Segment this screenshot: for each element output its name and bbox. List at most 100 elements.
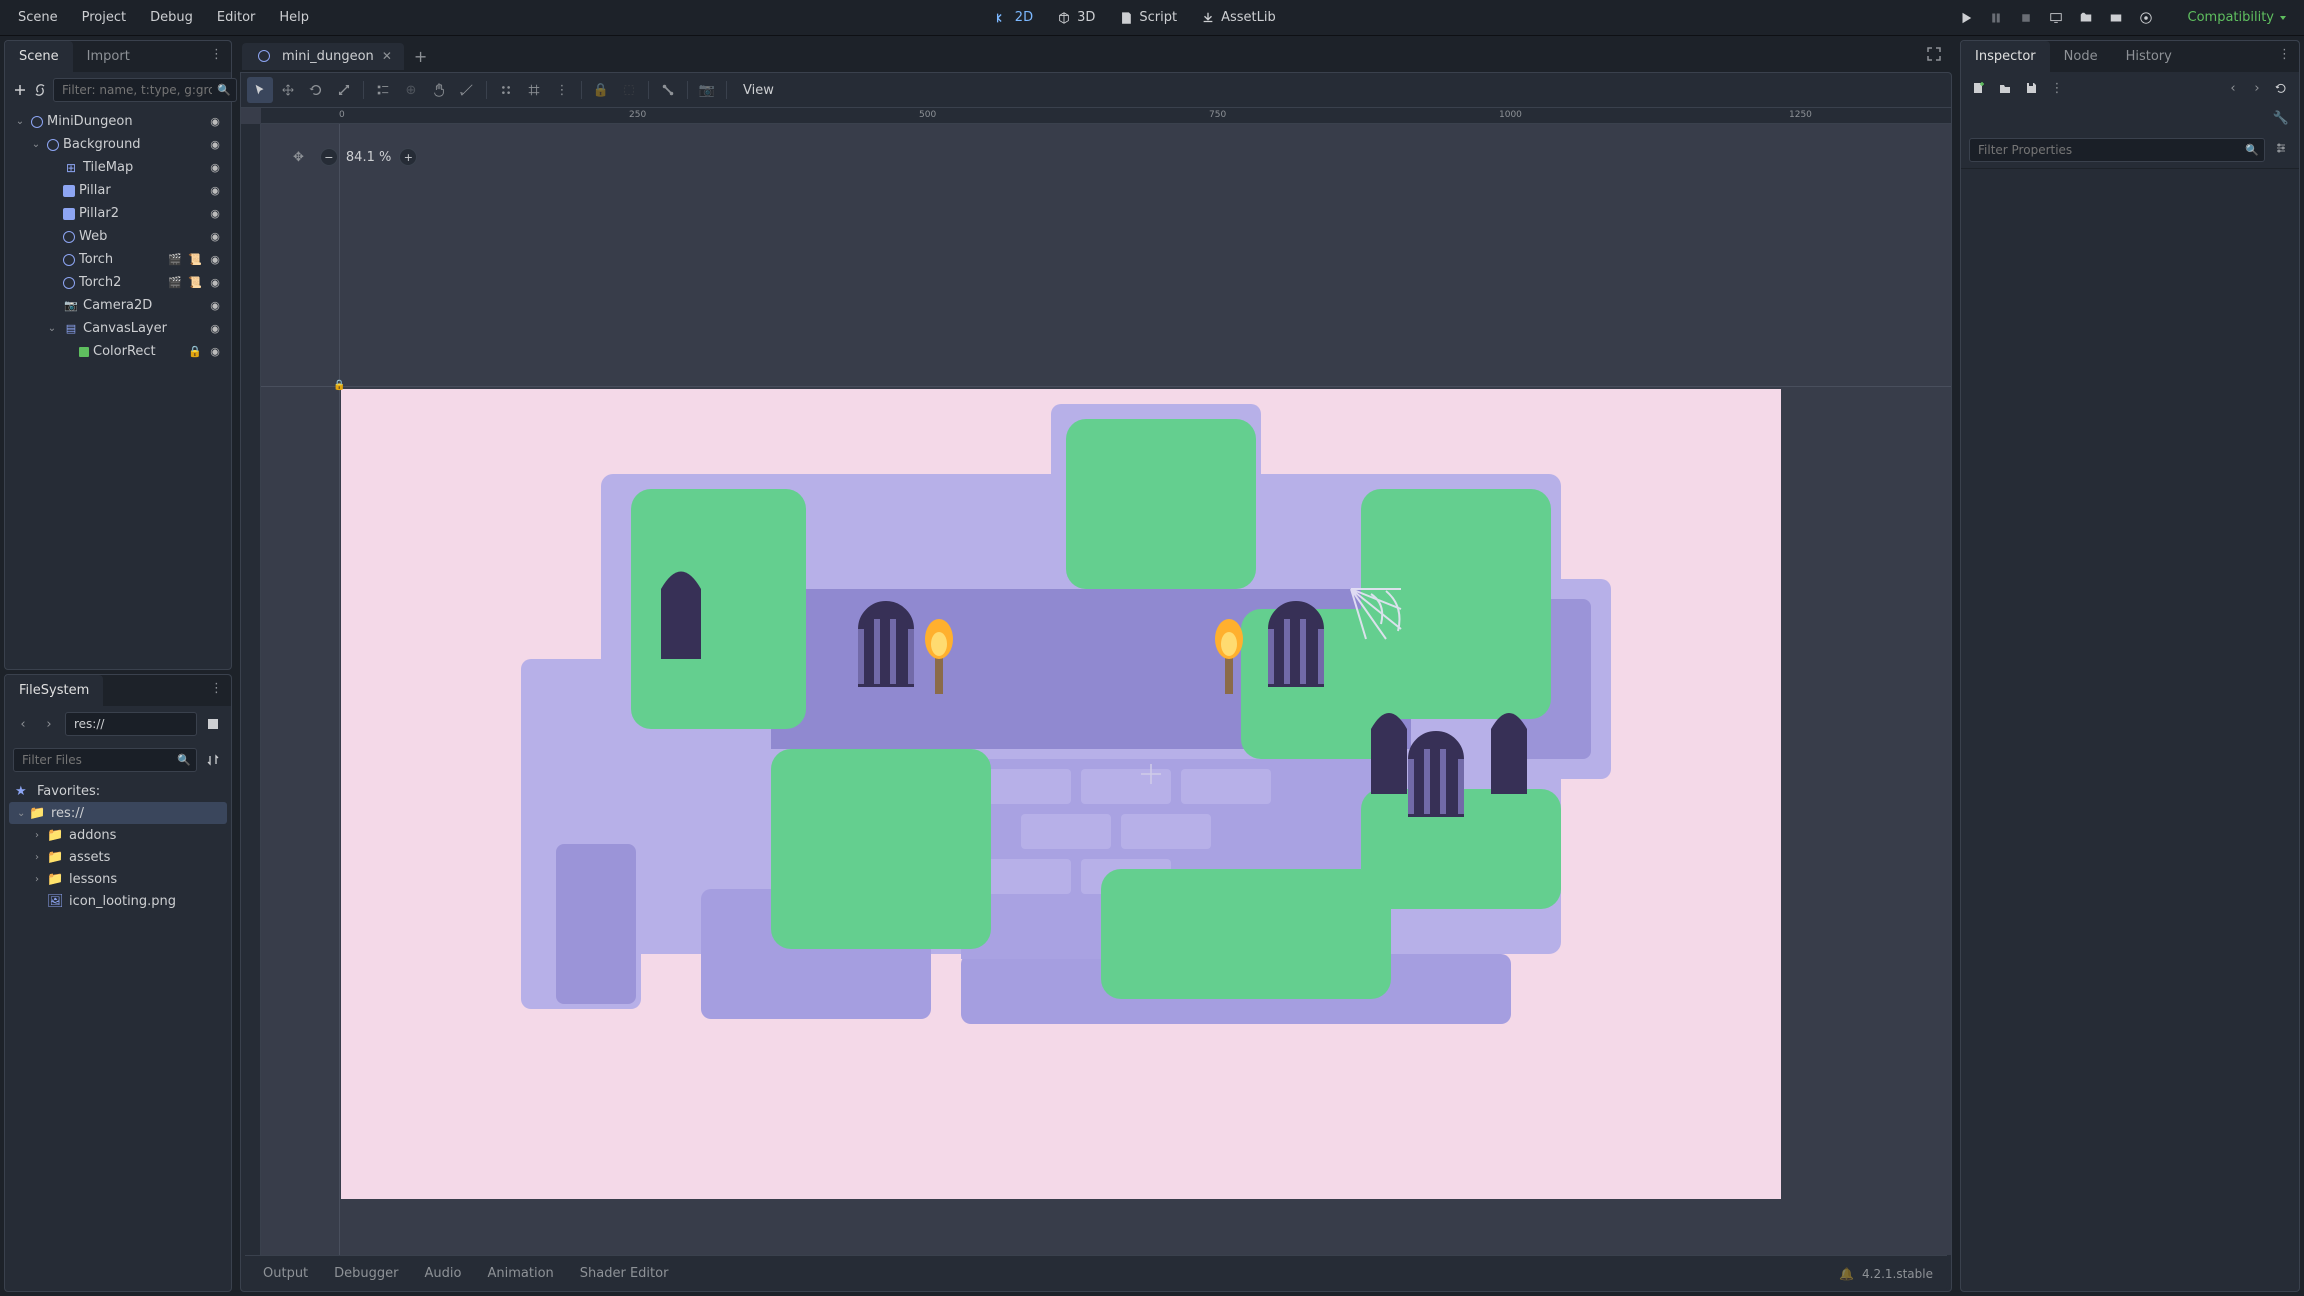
bottom-tab-debugger[interactable]: Debugger	[330, 1264, 402, 1283]
2d-viewport[interactable]: 025050075010001250 ✥ − 84.1 % +	[241, 108, 1951, 1255]
new-resource-button[interactable]	[1969, 78, 1989, 98]
mode-3d-button[interactable]: 3D	[1047, 4, 1105, 31]
scene-node-camera2d[interactable]: 📷Camera2D◉	[9, 294, 227, 317]
fs-item-icon-looting-png[interactable]: 🖼icon_looting.png	[9, 890, 227, 912]
skeleton-options-button[interactable]	[655, 77, 681, 103]
bottom-tab-animation[interactable]: Animation	[483, 1264, 557, 1283]
tab-history[interactable]: History	[2112, 41, 2186, 72]
dock-options-icon[interactable]: ⋮	[2278, 47, 2291, 66]
visibility-toggle-icon[interactable]: ◉	[207, 345, 223, 358]
tab-inspector[interactable]: Inspector	[1961, 41, 2050, 72]
scale-tool-button[interactable]	[331, 77, 357, 103]
movie-maker-button[interactable]	[2132, 4, 2160, 32]
visibility-toggle-icon[interactable]: ◉	[207, 161, 223, 174]
visibility-toggle-icon[interactable]: ◉	[207, 253, 223, 266]
visibility-toggle-icon[interactable]: ◉	[207, 322, 223, 335]
rotate-tool-button[interactable]	[303, 77, 329, 103]
inspector-history-button[interactable]	[2271, 78, 2291, 98]
menu-project[interactable]: Project	[72, 4, 136, 31]
smart-snap-button[interactable]	[493, 77, 519, 103]
remote-debug-button[interactable]	[2042, 4, 2070, 32]
menu-debug[interactable]: Debug	[140, 4, 203, 31]
clapper-icon[interactable]: 🎬	[167, 253, 183, 266]
menu-scene[interactable]: Scene	[8, 4, 68, 31]
add-node-button[interactable]	[13, 80, 27, 100]
view-menu-button[interactable]: View	[733, 79, 784, 102]
add-scene-tab-button[interactable]: +	[404, 47, 437, 66]
play-scene-button[interactable]	[2072, 4, 2100, 32]
script-icon[interactable]: 📜	[187, 276, 203, 289]
fs-back-button[interactable]: ‹	[13, 714, 33, 734]
script-icon[interactable]: 📜	[187, 253, 203, 266]
visibility-toggle-icon[interactable]: ◉	[207, 115, 223, 128]
fs-item-lessons[interactable]: ›📁lessons	[9, 868, 227, 890]
zoom-level-text[interactable]: 84.1 %	[346, 150, 391, 165]
menu-editor[interactable]: Editor	[207, 4, 265, 31]
inspector-settings-button[interactable]	[2271, 138, 2291, 158]
visibility-toggle-icon[interactable]: ◉	[207, 138, 223, 151]
scene-node-torch[interactable]: Torch🎬📜◉	[9, 248, 227, 271]
stop-button[interactable]	[2012, 4, 2040, 32]
bottom-tab-audio[interactable]: Audio	[421, 1264, 466, 1283]
inspector-forward-button[interactable]: ›	[2247, 78, 2267, 98]
fs-sort-button[interactable]	[203, 750, 223, 770]
menu-help[interactable]: Help	[269, 4, 319, 31]
zoom-in-button[interactable]: +	[399, 148, 417, 166]
pan-tool-button[interactable]	[426, 77, 452, 103]
zoom-out-button[interactable]: −	[320, 148, 338, 166]
renderer-dropdown[interactable]: Compatibility	[2180, 10, 2297, 25]
fs-item-addons[interactable]: ›📁addons	[9, 824, 227, 846]
tab-import[interactable]: Import	[73, 41, 144, 72]
tab-scene[interactable]: Scene	[5, 41, 73, 72]
bottom-tab-shader-editor[interactable]: Shader Editor	[576, 1264, 673, 1283]
grid-snap-button[interactable]	[521, 77, 547, 103]
save-resource-button[interactable]	[2021, 78, 2041, 98]
dock-options-icon[interactable]: ⋮	[210, 681, 223, 700]
bottom-tab-output[interactable]: Output	[259, 1264, 312, 1283]
move-tool-button[interactable]	[275, 77, 301, 103]
scene-tab-mini-dungeon[interactable]: mini_dungeon ✕	[242, 43, 404, 70]
tab-node[interactable]: Node	[2050, 41, 2112, 72]
scene-filter-input[interactable]	[53, 78, 237, 102]
lock-selected-button[interactable]: 🔒	[588, 77, 614, 103]
scene-node-minidungeon[interactable]: ⌄MiniDungeon◉	[9, 110, 227, 133]
notification-bell-icon[interactable]: 🔔	[1839, 1267, 1854, 1281]
distraction-free-button[interactable]	[1918, 46, 1950, 66]
visibility-toggle-icon[interactable]: ◉	[207, 299, 223, 312]
visibility-toggle-icon[interactable]: ◉	[207, 207, 223, 220]
scene-node-tilemap[interactable]: ⊞TileMap◉	[9, 156, 227, 179]
instantiate-scene-button[interactable]	[33, 80, 47, 100]
fs-item-assets[interactable]: ›📁assets	[9, 846, 227, 868]
tab-filesystem[interactable]: FileSystem	[5, 675, 103, 706]
fs-item-res---[interactable]: ⌄📁res://	[9, 802, 227, 824]
lock-tool-button[interactable]: ⊕	[398, 77, 424, 103]
fs-forward-button[interactable]: ›	[39, 714, 59, 734]
scene-node-background[interactable]: ⌄Background◉	[9, 133, 227, 156]
pause-button[interactable]	[1982, 4, 2010, 32]
override-camera-button[interactable]: 📷	[694, 77, 720, 103]
play-custom-scene-button[interactable]	[2102, 4, 2130, 32]
inspector-extra-menu[interactable]: ⋮	[2047, 78, 2067, 98]
play-button[interactable]	[1952, 4, 1980, 32]
scene-node-colorrect[interactable]: ColorRect🔒◉	[9, 340, 227, 363]
list-select-button[interactable]	[370, 77, 396, 103]
mode-2d-button[interactable]: 2D	[985, 4, 1043, 31]
fs-path-field[interactable]: res://	[65, 712, 197, 736]
inspector-back-button[interactable]: ‹	[2223, 78, 2243, 98]
select-tool-button[interactable]	[247, 77, 273, 103]
scene-node-pillar2[interactable]: Pillar2◉	[9, 202, 227, 225]
ruler-tool-button[interactable]	[454, 77, 480, 103]
inspector-filter-input[interactable]	[1969, 138, 2265, 162]
group-selected-button[interactable]	[616, 77, 642, 103]
visibility-toggle-icon[interactable]: ◉	[207, 184, 223, 197]
center-view-icon[interactable]: ✥	[293, 150, 304, 165]
dock-options-icon[interactable]: ⋮	[210, 47, 223, 66]
visibility-toggle-icon[interactable]: ◉	[207, 276, 223, 289]
visibility-toggle-icon[interactable]: ◉	[207, 230, 223, 243]
lock-icon[interactable]: 🔒	[187, 345, 203, 358]
snap-options-button[interactable]: ⋮	[549, 77, 575, 103]
close-tab-icon[interactable]: ✕	[382, 49, 392, 63]
manage-object-button[interactable]: 🔧	[2271, 108, 2291, 128]
scene-node-torch2[interactable]: Torch2🎬📜◉	[9, 271, 227, 294]
load-resource-button[interactable]	[1995, 78, 2015, 98]
